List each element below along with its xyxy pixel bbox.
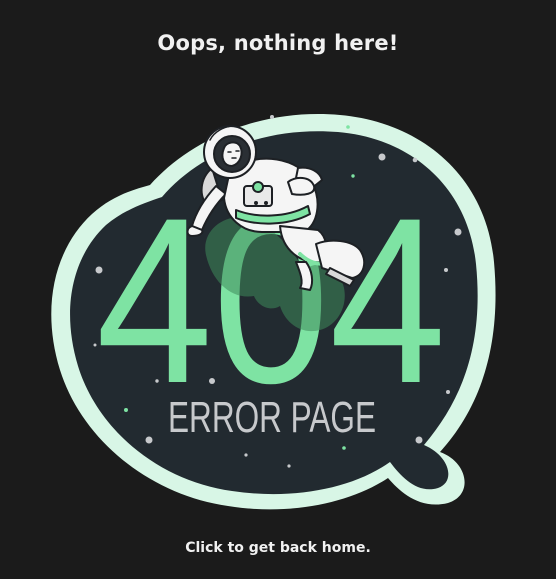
error-illustration: 404 ERROR PAGE (51, 114, 496, 510)
back-home-link[interactable]: Click to get back home. (0, 540, 556, 556)
error-caption: ERROR PAGE (168, 393, 376, 442)
